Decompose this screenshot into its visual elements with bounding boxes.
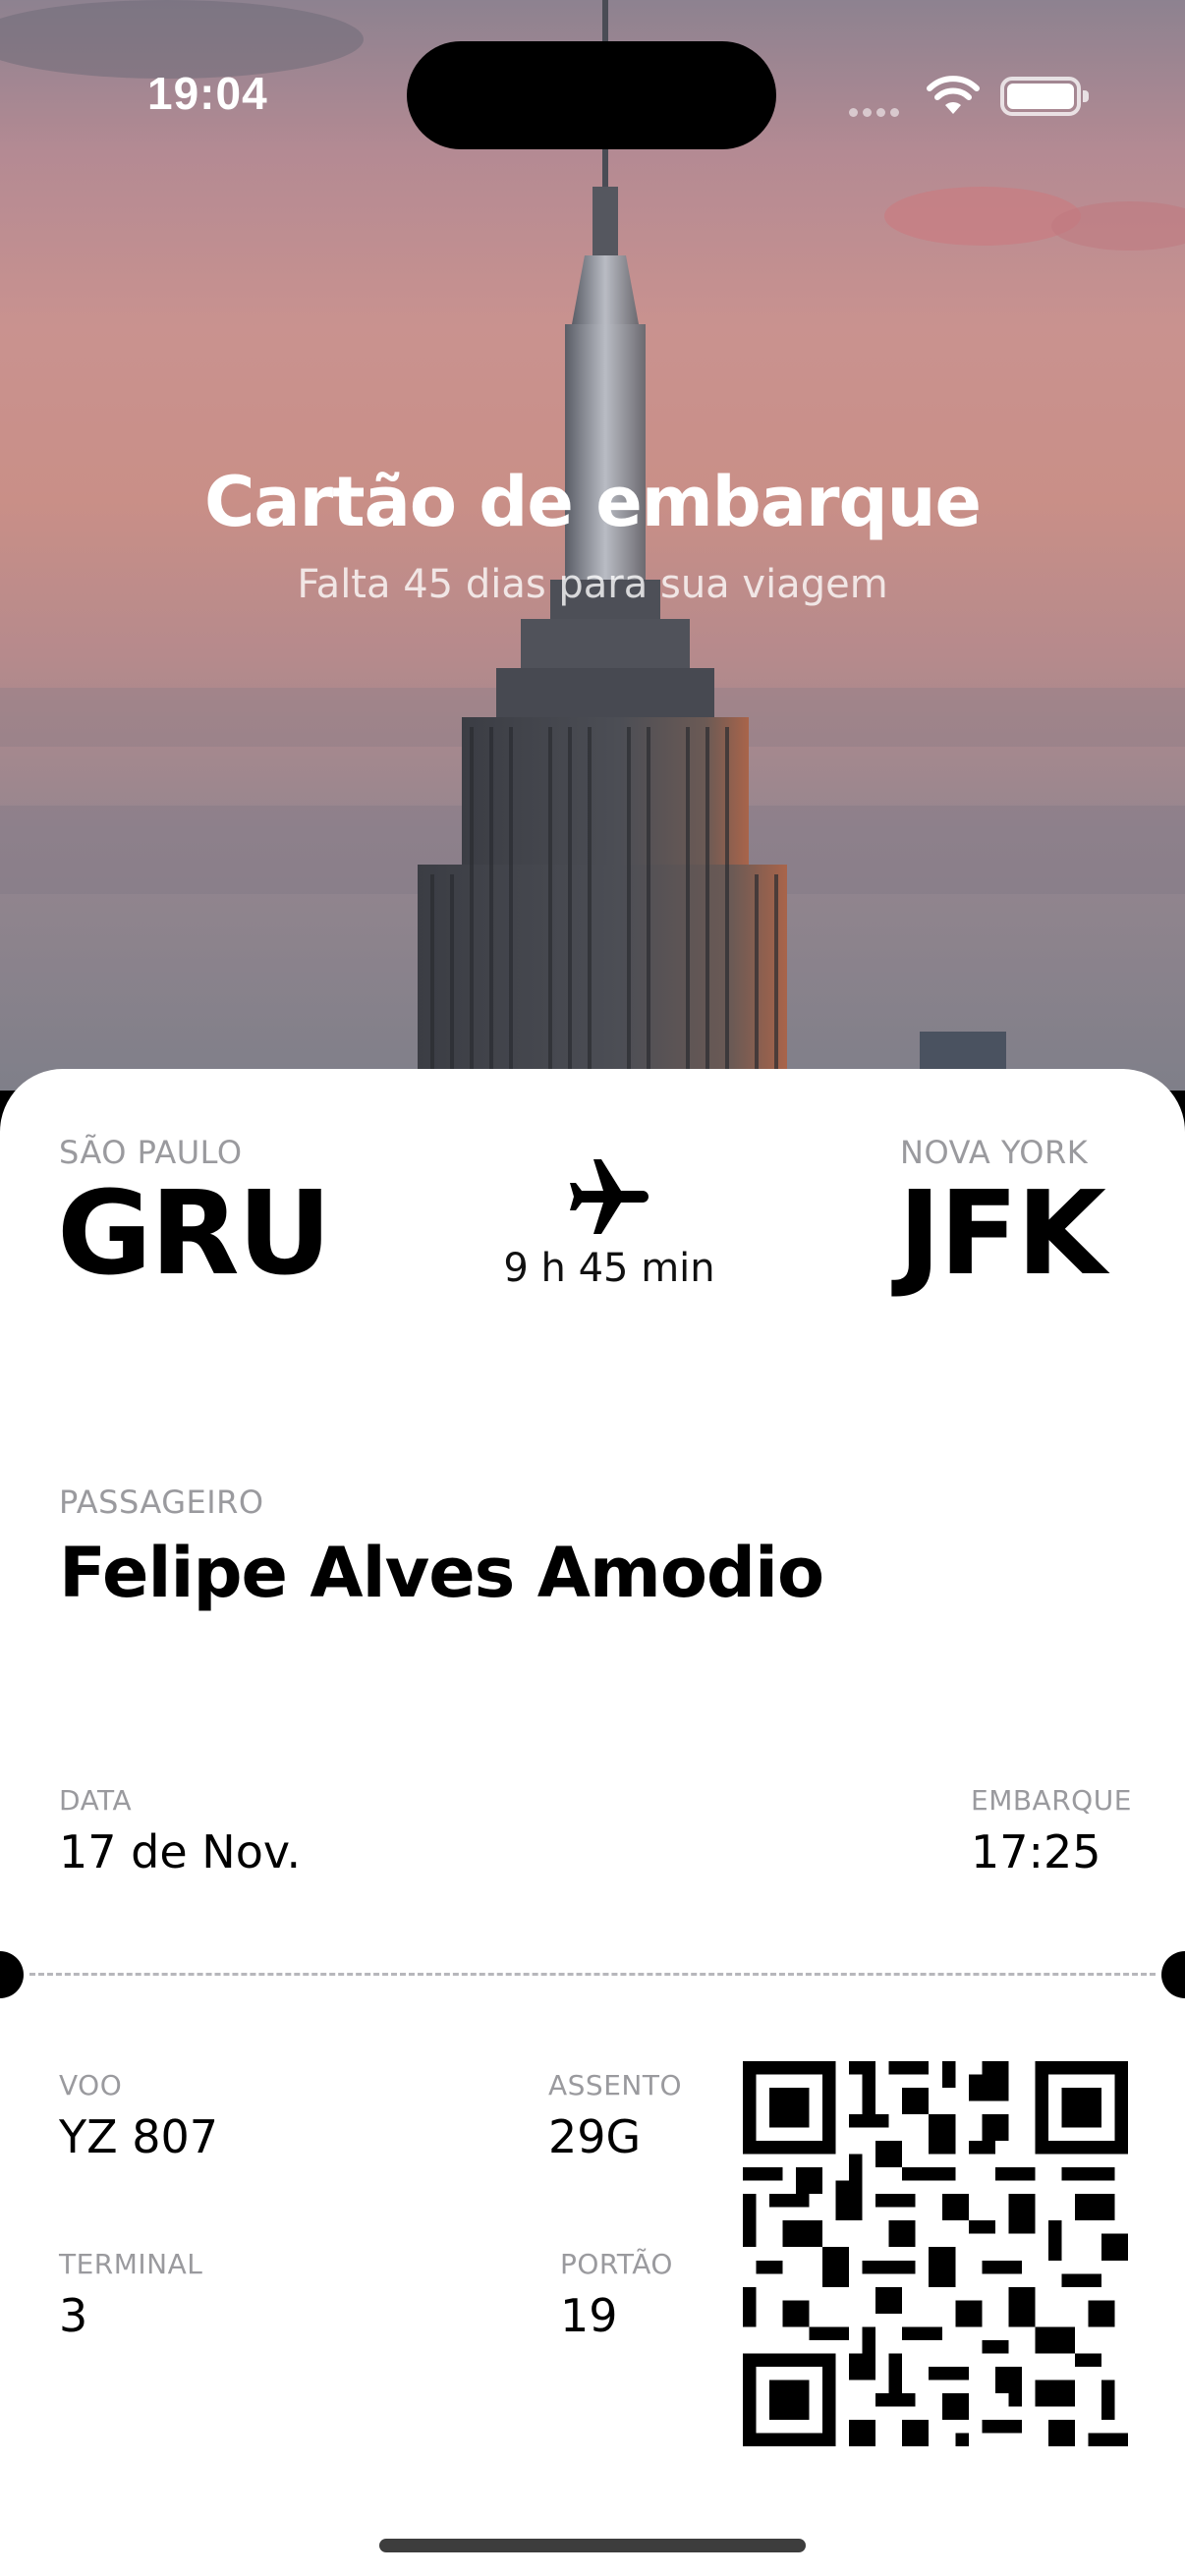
passenger-label: PASSAGEIRO — [59, 1484, 264, 1521]
qr-code — [743, 2061, 1128, 2446]
flight-number-label: VOO — [59, 2069, 123, 2101]
seat-label: ASSENTO — [548, 2069, 682, 2101]
passenger-name: Felipe Alves Amodio — [59, 1533, 824, 1613]
dynamic-island — [407, 41, 776, 149]
airplane-icon — [570, 1159, 649, 1234]
hero-image — [0, 0, 1185, 1091]
skyline-illustration — [0, 0, 1185, 1091]
gate-label: PORTÃO — [560, 2248, 673, 2280]
flight-date: 17 de Nov. — [59, 1825, 302, 1878]
wifi-icon — [927, 76, 980, 114]
origin-code: GRU — [57, 1165, 332, 1301]
destination-code: JFK — [898, 1165, 1106, 1301]
date-label: DATA — [59, 1784, 133, 1817]
home-indicator[interactable] — [379, 2539, 806, 2552]
boarding-label: EMBARQUE — [971, 1784, 1132, 1817]
battery-icon — [1000, 77, 1089, 116]
signal-dots-icon — [849, 102, 904, 121]
terminal-number: 3 — [59, 2289, 88, 2342]
trip-countdown: Falta 45 dias para sua viagem — [297, 562, 888, 607]
flight-number: YZ 807 — [59, 2110, 219, 2163]
perforation-divider — [29, 1973, 1156, 1976]
status-time: 19:04 — [147, 68, 268, 119]
terminal-label: TERMINAL — [59, 2248, 203, 2280]
flight-duration: 9 h 45 min — [503, 1246, 715, 1291]
page-title: Cartão de embarque — [204, 462, 982, 542]
gate-number: 19 — [560, 2289, 618, 2342]
seat-number: 29G — [548, 2110, 642, 2163]
boarding-time: 17:25 — [971, 1825, 1101, 1878]
